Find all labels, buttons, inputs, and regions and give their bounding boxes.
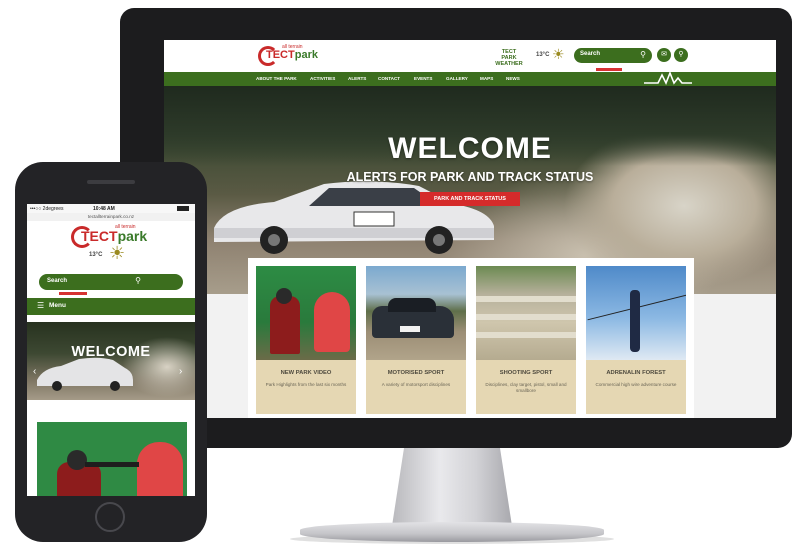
search-placeholder: Search — [580, 51, 601, 57]
card-title: MOTORISED SPORT — [387, 370, 445, 376]
range-bench-3 — [476, 332, 576, 338]
nav-item-about[interactable]: ABOUT THE PARK — [256, 76, 297, 81]
hamburger-icon[interactable]: ☰ — [37, 301, 44, 310]
nav-item-maps[interactable]: MAPS — [480, 76, 493, 81]
site-header: all terrain TECTpark TECT PARK WEATHER 1… — [164, 40, 776, 72]
sun-icon: ☀ — [109, 243, 126, 263]
search-input[interactable]: Search ⚲ — [39, 274, 183, 290]
nav-item-activities[interactable]: ACTIVITIES — [310, 76, 335, 81]
card-image-paintball — [256, 266, 356, 360]
park-status-button[interactable]: PARK AND TRACK STATUS — [420, 192, 520, 206]
weather-temperature: 13°C — [536, 52, 550, 58]
monitor-stand-neck — [392, 448, 512, 526]
climber-figure — [630, 290, 640, 352]
card-image-paintball[interactable] — [37, 422, 187, 496]
card-description: Disciplines, clay target, pistol, small … — [485, 382, 567, 393]
card-title: ADRENALIN FOREST — [606, 370, 666, 376]
status-time: 10:48 AM — [93, 205, 115, 212]
chevron-right-icon[interactable]: › — [179, 366, 182, 377]
phone-home-button[interactable] — [95, 502, 125, 532]
phone-screen: •••○○ 2degrees 10:48 AM tectallterrainpa… — [27, 204, 195, 496]
weather-label: TECT PARK WEATHER — [495, 49, 523, 67]
mobile-phone: •••○○ 2degrees 10:48 AM tectallterrainpa… — [15, 162, 207, 542]
menu-bar[interactable]: ☰ Menu — [27, 298, 195, 315]
card-image-shooting-range — [476, 266, 576, 360]
range-bench-2 — [476, 314, 576, 320]
card-image-rally-car — [366, 266, 466, 360]
monitor-stand-base — [300, 522, 604, 542]
email-icon[interactable]: ✉ — [657, 48, 671, 62]
nav-heartbeat-decoration — [644, 70, 692, 85]
logo-brand-left: TECT — [81, 228, 118, 244]
logo-brand-left: TECT — [266, 49, 295, 61]
search-icon[interactable]: ⚲ — [135, 276, 141, 285]
card-shooting-sport[interactable]: SHOOTING SPORT Disciplines, clay target,… — [476, 266, 576, 414]
hero-title: WELCOME — [388, 132, 552, 165]
nav-item-gallery[interactable]: GALLERY — [446, 76, 468, 81]
paintball-player — [270, 296, 300, 354]
search-accent-underline — [596, 68, 622, 71]
site-logo[interactable]: all terrain TECTpark — [258, 44, 318, 68]
address-bar[interactable]: tectallterrainpark.co.nz — [27, 213, 195, 221]
card-description: Park Highlights from the last six months — [265, 382, 347, 387]
rally-car-image — [214, 181, 494, 254]
nav-item-events[interactable]: EVENTS — [414, 76, 432, 81]
menu-label: Menu — [49, 302, 66, 309]
phone-speaker — [87, 180, 135, 184]
battery-icon — [177, 206, 189, 211]
card-title: NEW PARK VIDEO — [280, 370, 332, 376]
paintball-gun — [85, 462, 139, 467]
logo-brand-right: park — [294, 49, 318, 61]
nav-item-news[interactable]: NEWS — [506, 76, 520, 81]
card-body: SHOOTING SPORT Disciplines, clay target,… — [476, 360, 576, 414]
card-image-high-wire — [586, 266, 686, 360]
search-accent-underline — [59, 292, 87, 295]
weather-temperature: 13°C — [89, 252, 103, 258]
car-plate — [400, 326, 420, 332]
location-icon[interactable]: ⚲ — [674, 48, 688, 62]
player-mask — [276, 288, 292, 304]
range-bench-1 — [476, 296, 576, 302]
search-icon[interactable]: ⚲ — [640, 50, 646, 59]
nav-item-alerts[interactable]: ALERTS — [348, 76, 366, 81]
nav-item-contact[interactable]: CONTACT — [378, 76, 400, 81]
search-input[interactable]: Search ⚲ — [574, 48, 652, 63]
card-park-video[interactable]: NEW PARK VIDEO Park Highlights from the … — [256, 266, 356, 414]
rally-car-image — [37, 357, 133, 391]
card-body: MOTORISED SPORT A variety of motorsport … — [366, 360, 466, 414]
car-windshield — [388, 298, 436, 312]
paintball-barrier — [314, 292, 350, 352]
chevron-left-icon[interactable]: ‹ — [33, 366, 36, 377]
card-adrenalin-forest[interactable]: ADRENALIN FOREST Commercial high wire ad… — [586, 266, 686, 414]
card-motorised-sport[interactable]: MOTORISED SPORT A variety of motorsport … — [366, 266, 466, 414]
desktop-screen: all terrain TECTpark TECT PARK WEATHER 1… — [164, 40, 776, 418]
logo-brand: TECTpark — [81, 228, 147, 244]
card-description: A variety of motorsport disciplines — [381, 382, 451, 387]
card-title: SHOOTING SPORT — [499, 370, 553, 376]
card-body: ADRENALIN FOREST Commercial high wire ad… — [586, 360, 686, 414]
hero-title: WELCOME — [71, 344, 151, 360]
search-placeholder: Search — [47, 278, 68, 284]
feature-cards: NEW PARK VIDEO Park Highlights from the … — [248, 258, 694, 418]
hero-subtitle: ALERTS FOR PARK AND TRACK STATUS — [346, 170, 594, 184]
carrier-signal: •••○○ 2degrees — [30, 205, 64, 212]
status-bar: •••○○ 2degrees 10:48 AM — [27, 204, 195, 213]
logo-brand-right: park — [117, 228, 148, 244]
paintball-barrier — [137, 442, 183, 496]
player-mask — [67, 450, 87, 470]
logo-brand: TECTpark — [266, 49, 318, 61]
card-body: NEW PARK VIDEO Park Highlights from the … — [256, 360, 356, 414]
sun-icon: ☀ — [552, 46, 565, 62]
card-description: Commercial high wire adventure course — [595, 382, 677, 387]
mobile-hero-banner: WELCOME ‹ › — [27, 322, 195, 400]
